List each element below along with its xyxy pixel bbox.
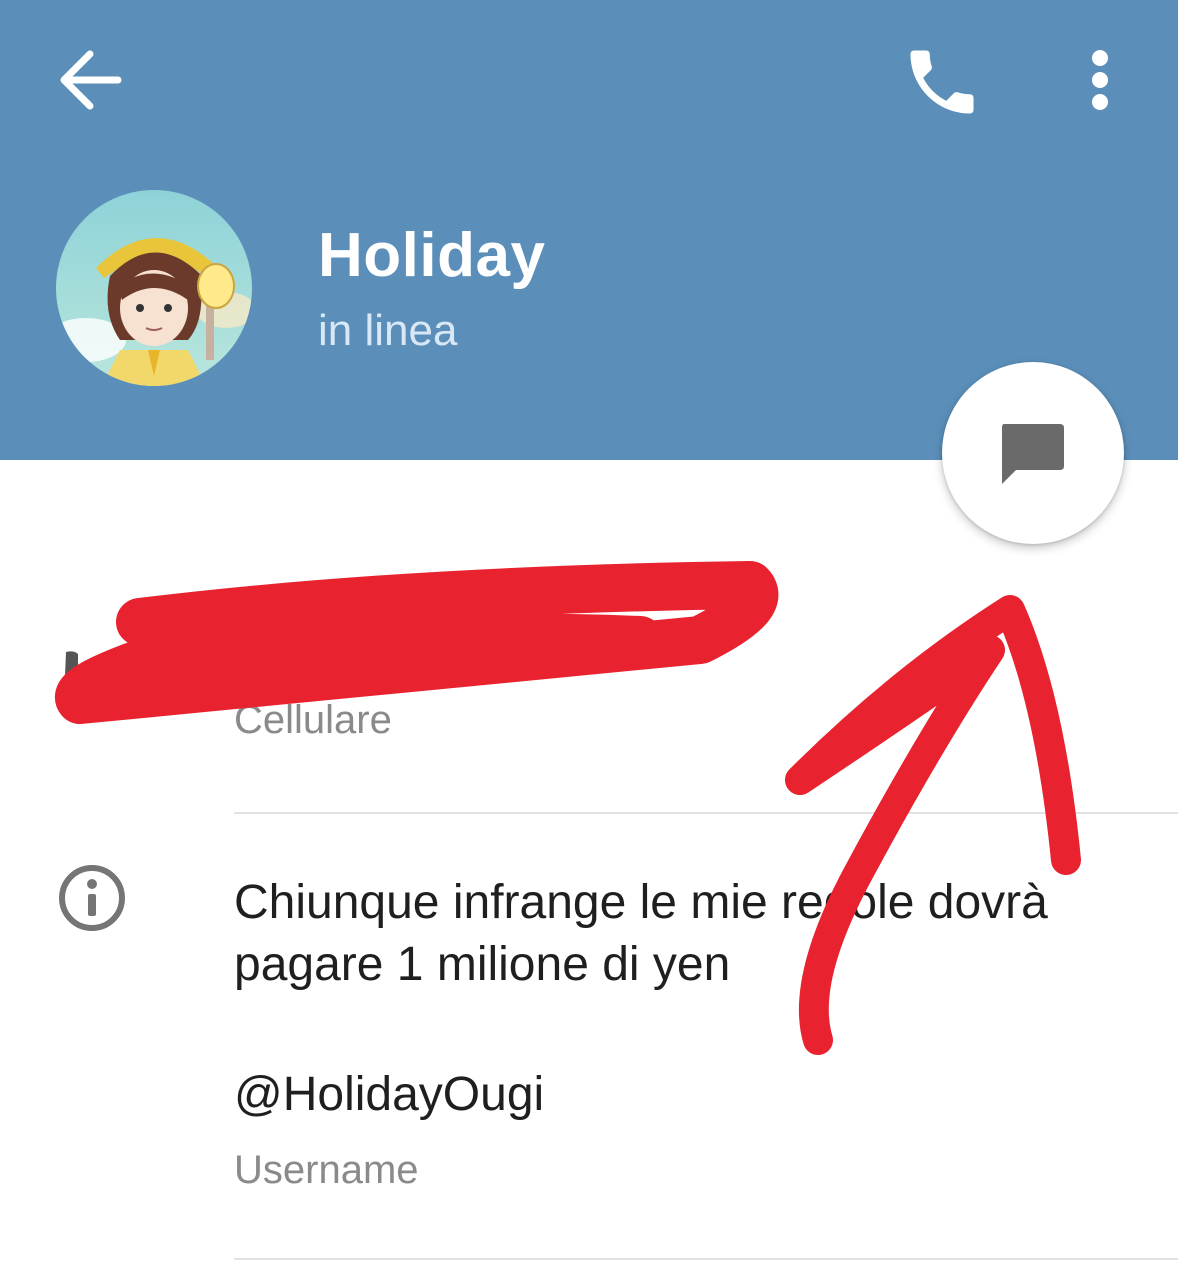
divider [234,1258,1178,1260]
info-icon [59,865,125,931]
more-options-icon[interactable] [1072,40,1128,124]
send-message-button[interactable] [942,362,1124,544]
chat-bubble-icon [1002,424,1064,484]
call-icon[interactable] [900,40,984,124]
bio-text: Chiunque infrange le mie regole dovrà pa… [234,876,1048,991]
phone-type-label: Cellulare [234,698,392,742]
username-label: Username [234,1148,419,1192]
redaction-scribble [55,561,779,724]
divider [234,812,1178,814]
username-value[interactable]: @HolidayOugi [234,1064,544,1126]
contact-name: Holiday [318,221,546,290]
avatar[interactable] [56,190,252,386]
phone-icon [64,651,78,702]
online-status: in linea [318,306,458,355]
back-arrow-icon[interactable] [52,44,128,116]
